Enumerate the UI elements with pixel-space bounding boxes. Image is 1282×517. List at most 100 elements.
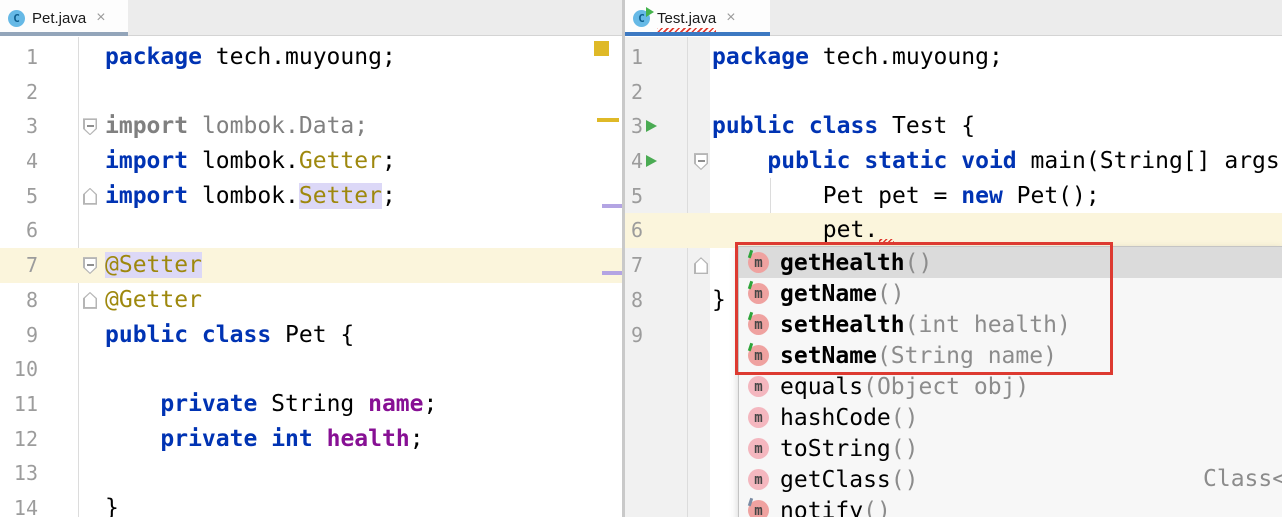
completion-item[interactable]: mhashCode(): [739, 402, 1282, 433]
run-gutter-icon[interactable]: [646, 120, 657, 132]
line-number: 8: [0, 283, 38, 318]
method-icon: m: [748, 345, 769, 366]
completion-item[interactable]: msetName(String name): [739, 340, 1282, 371]
code-completion-popup[interactable]: m getHealth () mgetName()msetHealth(int hea…: [738, 246, 1282, 517]
completion-item[interactable]: m toString(): [739, 433, 1282, 464]
code-line[interactable]: 5import lombok.Setter;: [0, 179, 622, 214]
line-number: 6: [625, 213, 643, 248]
close-icon[interactable]: ×: [726, 10, 735, 26]
method-icon: m: [748, 252, 769, 273]
code-line[interactable]: 1package tech.muyoung;: [625, 40, 1282, 75]
completion-item[interactable]: msetHealth(int health): [739, 309, 1282, 340]
line-number: 14: [0, 491, 38, 517]
method-params: (): [891, 405, 919, 431]
method-name: equals: [780, 374, 863, 400]
code-text: import lombok.Getter;: [0, 144, 622, 179]
code-line[interactable]: 3public class Test {: [625, 109, 1282, 144]
run-arrow-icon: [646, 7, 654, 17]
fold-end-icon[interactable]: [83, 292, 97, 309]
code-line[interactable]: 7@Setter: [0, 248, 622, 283]
error-squiggle: [879, 239, 894, 243]
code-line[interactable]: 11 private String name;: [0, 387, 622, 422]
code-line[interactable]: 4 public static void main(String[] args: [625, 144, 1282, 179]
code-line[interactable]: 6 pet.: [625, 213, 1282, 248]
code-line[interactable]: 12 private int health;: [0, 422, 622, 457]
line-number: 4: [625, 144, 643, 179]
fold-collapse-icon[interactable]: [83, 118, 97, 135]
line-number: 3: [625, 109, 643, 144]
fold-end-icon[interactable]: [83, 188, 97, 205]
tab-title: Test.java: [657, 10, 716, 27]
code-line[interactable]: 2: [625, 75, 1282, 110]
method-name: hashCode: [780, 405, 891, 431]
method-params: (String name): [877, 343, 1057, 369]
final-method-mark: [748, 498, 753, 506]
code-text: private int health;: [0, 422, 622, 457]
method-icon: m: [748, 438, 769, 459]
code-line[interactable]: 8@Getter: [0, 283, 622, 318]
active-tab-underline: [0, 32, 128, 36]
highlight-stripe-mark[interactable]: [602, 204, 622, 208]
code-text: public class Test {: [625, 109, 1282, 144]
line-number: 4: [0, 144, 38, 179]
generated-method-mark: [748, 312, 753, 320]
completion-item[interactable]: mgetClass()Class<: [739, 464, 1282, 495]
line-number: 1: [625, 40, 643, 75]
close-icon[interactable]: ×: [96, 10, 105, 26]
code-line[interactable]: 4import lombok.Getter;: [0, 144, 622, 179]
completion-item[interactable]: mnotify(): [739, 495, 1282, 517]
line-number: 1: [0, 40, 38, 75]
run-gutter-icon[interactable]: [646, 155, 657, 167]
line-number: 5: [625, 179, 643, 214]
code-text: }: [0, 491, 622, 517]
line-number: 3: [0, 109, 38, 144]
fold-collapse-icon[interactable]: [694, 153, 708, 170]
line-number: 2: [0, 75, 38, 110]
fold-end-icon[interactable]: [694, 257, 708, 274]
method-params: (): [891, 467, 919, 493]
method-icon: m: [748, 469, 769, 490]
tabbar-left: C Pet.java ×: [0, 0, 622, 36]
completion-item[interactable]: mgetName(): [739, 278, 1282, 309]
completion-item[interactable]: mgetHealth(): [739, 247, 1282, 278]
typo-squiggle: [657, 28, 716, 32]
code-line[interactable]: 6: [0, 213, 622, 248]
code-line[interactable]: 2: [0, 75, 622, 110]
line-number: 2: [625, 75, 643, 110]
method-params: (): [863, 498, 891, 517]
ide-window: C Pet.java × C Test.java × 1package tech…: [0, 0, 1282, 517]
line-number: 7: [625, 248, 643, 283]
generated-method-mark: [748, 250, 753, 258]
tab-title: Pet.java: [32, 10, 86, 27]
code-text: private String name;: [0, 387, 622, 422]
code-line[interactable]: 14}: [0, 491, 622, 517]
code-line[interactable]: 1package tech.muyoung;: [0, 40, 622, 75]
line-number: 9: [625, 318, 643, 353]
runnable-class-icon: C: [633, 10, 650, 27]
code-line[interactable]: 13: [0, 456, 622, 491]
warning-stripe-mark[interactable]: [597, 118, 619, 122]
tab-test-java[interactable]: C Test.java ×: [625, 0, 770, 36]
editor-pet-java[interactable]: 1package tech.muyoung;23import lombok.Da…: [0, 37, 622, 517]
completion-item[interactable]: mequals(Object obj): [739, 371, 1282, 402]
code-text: package tech.muyoung;: [0, 40, 622, 75]
method-params: (): [891, 436, 919, 462]
code-line[interactable]: 9public class Pet {: [0, 318, 622, 353]
method-name: getHealth: [780, 250, 905, 276]
code-line[interactable]: 3import lombok.Data;: [0, 109, 622, 144]
code-line[interactable]: 5 Pet pet = new Pet();: [625, 179, 1282, 214]
tab-pet-java[interactable]: C Pet.java ×: [0, 0, 128, 36]
method-name: toString: [780, 436, 891, 462]
line-number: 12: [0, 422, 38, 457]
method-icon: m: [748, 500, 769, 517]
line-number: 7: [0, 248, 38, 283]
fold-collapse-icon[interactable]: [83, 257, 97, 274]
inspection-status-square[interactable]: [594, 41, 609, 56]
method-icon: m: [748, 376, 769, 397]
line-number: 11: [0, 387, 38, 422]
method-icon: m: [748, 283, 769, 304]
highlight-stripe-mark[interactable]: [602, 271, 622, 275]
code-line[interactable]: 10: [0, 352, 622, 387]
method-name: getClass: [780, 467, 891, 493]
line-number: 8: [625, 283, 643, 318]
